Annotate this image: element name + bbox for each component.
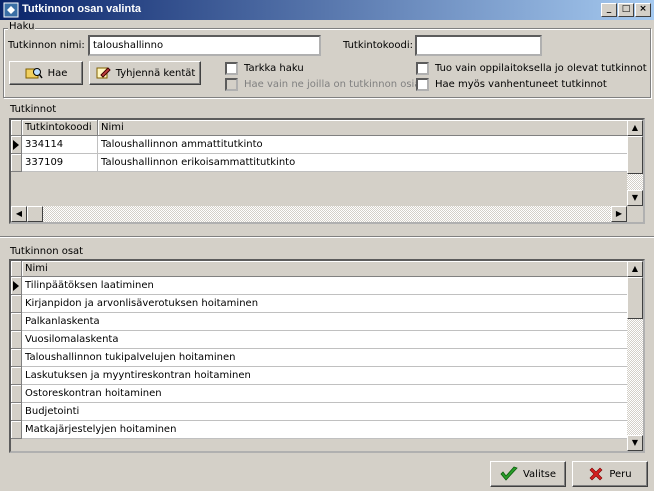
cross-icon [589,467,603,481]
include-obsolete-label: Hae myös vanhentuneet tutkinnot [435,79,607,90]
dialog-window: Tutkinnon osan valinta _ □ × Haku Tutkin… [0,0,654,491]
part-name-cell[interactable]: Palkanlaskenta [22,313,628,331]
scroll-down-icon[interactable]: ▼ [627,190,643,206]
select-button-label: Valitse [522,468,557,480]
only-with-parts-label: Hae vain ne joilla on tutkinnon osia [244,79,421,90]
only-institution-label: Tuo vain oppilaitoksella jo olevat tutki… [435,63,647,74]
scroll-right-icon[interactable]: ▶ [611,206,627,222]
scroll-thumb[interactable] [627,277,643,319]
table-row[interactable]: Taloushallinnon tukipalvelujen hoitamine… [11,349,628,367]
table-row[interactable]: Matkajärjestelyjen hoitaminen [11,421,628,439]
row-indicator-header [11,120,22,136]
row-indicator [11,295,22,313]
horizontal-scrollbar[interactable]: ◀ ▶ [11,206,627,222]
row-indicator [11,421,22,439]
row-indicator [11,277,22,295]
search-button[interactable]: Hae [9,61,83,85]
scroll-up-icon[interactable]: ▲ [627,120,643,136]
table-row[interactable]: Budjetointi [11,403,628,421]
window-title: Tutkinnon osan valinta [22,3,141,15]
maximize-button[interactable]: □ [618,3,634,17]
column-header-code[interactable]: Tutkintokoodi [22,120,98,136]
row-indicator [11,136,22,154]
exact-search-checkbox[interactable]: Tarkka haku [225,62,304,75]
clear-fields-label: Tyhjennä kentät [115,67,196,79]
degrees-table: Tutkintokoodi Nimi 334114 Taloushallinno… [9,118,645,224]
vertical-scrollbar[interactable]: ▲ ▼ [627,261,643,451]
checkmark-icon [500,466,518,481]
exact-search-label: Tarkka haku [244,63,304,74]
checkbox-box [225,78,238,91]
cancel-button[interactable]: Peru [572,461,648,487]
table-row[interactable]: Vuosilomalaskenta [11,331,628,349]
scroll-up-icon[interactable]: ▲ [627,261,643,277]
degree-name-cell[interactable]: Taloushallinnon ammattitutkinto [98,136,628,154]
row-indicator [11,403,22,421]
app-icon [3,2,19,18]
scroll-thumb[interactable] [627,136,643,174]
degree-code-cell[interactable]: 337109 [22,154,98,172]
part-name-cell[interactable]: Laskutuksen ja myyntireskontran hoitamin… [22,367,628,385]
degree-name-input[interactable]: taloushallinno [88,35,321,56]
part-name-cell[interactable]: Kirjanpidon ja arvonlisäverotuksen hoita… [22,295,628,313]
degree-code-input[interactable] [415,35,542,56]
scroll-left-icon[interactable]: ◀ [11,206,27,222]
part-name-cell[interactable]: Taloushallinnon tukipalvelujen hoitamine… [22,349,628,367]
part-name-cell[interactable]: Matkajärjestelyjen hoitaminen [22,421,628,439]
splitter[interactable] [0,236,654,238]
row-indicator [11,349,22,367]
row-indicator [11,367,22,385]
table-row[interactable]: Kirjanpidon ja arvonlisäverotuksen hoita… [11,295,628,313]
row-indicator [11,313,22,331]
table-row[interactable]: 334114 Taloushallinnon ammattitutkinto [11,136,628,154]
table-row[interactable]: Ostoreskontran hoitaminen [11,385,628,403]
degree-parts-label: Tutkinnon osat [10,246,84,257]
eraser-icon [96,67,111,79]
degree-code-cell[interactable]: 334114 [22,136,98,154]
column-header-name[interactable]: Nimi [22,261,628,277]
column-header-name[interactable]: Nimi [98,120,628,136]
minimize-button[interactable]: _ [601,3,617,17]
cancel-button-label: Peru [609,468,632,480]
checkbox-box[interactable] [225,62,238,75]
close-button[interactable]: × [635,3,651,17]
search-icon [25,68,43,79]
only-with-parts-checkbox: Hae vain ne joilla on tutkinnon osia [225,78,420,91]
degree-parts-table: Nimi Tilinpäätöksen laatiminen Kirjanpid… [9,259,645,453]
title-bar[interactable]: Tutkinnon osan valinta _ □ × [0,0,654,20]
clear-fields-button[interactable]: Tyhjennä kentät [89,61,201,85]
degree-name-label: Tutkinnon nimi: [8,40,85,51]
search-group-label: Haku [8,21,36,32]
search-button-label: Hae [47,67,68,79]
part-name-cell[interactable]: Vuosilomalaskenta [22,331,628,349]
table-row[interactable]: Palkanlaskenta [11,313,628,331]
current-row-icon [13,281,19,291]
row-indicator [11,154,22,172]
part-name-cell[interactable]: Tilinpäätöksen laatiminen [22,277,628,295]
table-row[interactable]: Tilinpäätöksen laatiminen [11,277,628,295]
only-institution-checkbox[interactable]: Tuo vain oppilaitoksella jo olevat tutki… [416,62,647,75]
degrees-label: Tutkinnot [10,104,57,115]
vertical-scrollbar[interactable]: ▲ ▼ [627,120,643,206]
checkbox-box[interactable] [416,78,429,91]
checkbox-box[interactable] [416,62,429,75]
row-indicator [11,385,22,403]
table-row[interactable]: Laskutuksen ja myyntireskontran hoitamin… [11,367,628,385]
scroll-down-icon[interactable]: ▼ [627,435,643,451]
row-indicator-header [11,261,22,277]
degree-code-label: Tutkintokoodi: [343,40,413,51]
include-obsolete-checkbox[interactable]: Hae myös vanhentuneet tutkinnot [416,78,607,91]
table-row[interactable]: 337109 Taloushallinnon erikoisammattitut… [11,154,628,172]
select-button[interactable]: Valitse [490,461,566,487]
current-row-icon [13,140,19,150]
part-name-cell[interactable]: Ostoreskontran hoitaminen [22,385,628,403]
part-name-cell[interactable]: Budjetointi [22,403,628,421]
scroll-thumb[interactable] [27,206,43,222]
row-indicator [11,331,22,349]
degree-name-cell[interactable]: Taloushallinnon erikoisammattitutkinto [98,154,628,172]
